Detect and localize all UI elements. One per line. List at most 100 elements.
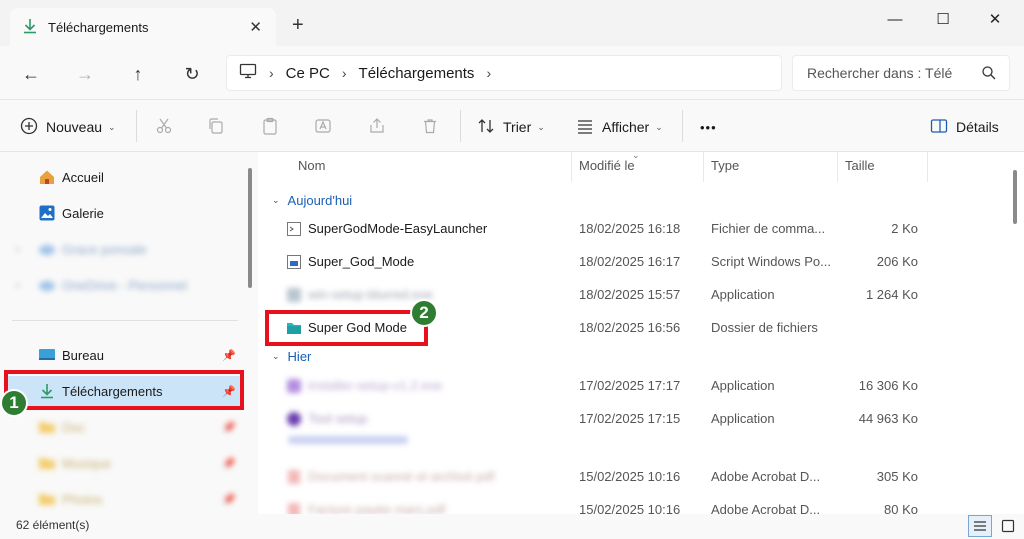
column-header-size[interactable]: Taille	[845, 158, 875, 180]
cloud-icon	[39, 281, 55, 291]
column-divider[interactable]	[837, 152, 838, 182]
tiles-view-button[interactable]	[997, 515, 1019, 537]
details-pane-icon	[930, 118, 948, 137]
column-header-modified[interactable]: Modifié le	[579, 158, 635, 180]
pdf-icon	[288, 503, 300, 514]
tab-close-icon[interactable]: ✕	[249, 18, 262, 36]
breadcrumb[interactable]: › Ce PC › Téléchargements ›	[226, 55, 782, 91]
file-list-scrollbar[interactable]	[1013, 170, 1017, 224]
table-row[interactable]: installer-setup-v1.2.exe 17/02/2025 17:1…	[270, 371, 930, 401]
file-date: 17/02/2025 17:17	[579, 378, 681, 393]
group-label: Hier	[287, 348, 312, 364]
group-header-yesterday[interactable]: ⌄ Hier	[272, 346, 311, 366]
breadcrumb-item-downloads[interactable]: Téléchargements	[359, 65, 475, 82]
back-button[interactable]: ←	[17, 60, 45, 88]
sidebar-item-label: Musique	[62, 455, 112, 471]
application-icon	[287, 288, 301, 302]
sort-button-label: Trier	[503, 119, 532, 135]
group-header-today[interactable]: ⌄ Aujourd'hui	[272, 190, 352, 210]
computer-icon[interactable]	[239, 63, 257, 83]
tab-downloads[interactable]: Téléchargements ✕	[10, 8, 276, 46]
file-type: Application	[711, 411, 775, 426]
sidebar-item-label: Galerie	[62, 205, 104, 221]
delete-icon[interactable]	[419, 115, 441, 137]
paste-icon[interactable]	[259, 115, 281, 137]
cut-icon[interactable]	[153, 115, 175, 137]
sort-button[interactable]: Trier ⌄	[477, 114, 545, 140]
item-count: 62 élément(s)	[16, 518, 90, 532]
refresh-button[interactable]: ↻	[178, 60, 206, 88]
sidebar-item-documents[interactable]: Doc 📌	[8, 412, 242, 442]
maximize-button[interactable]: ☐	[920, 6, 966, 32]
minimize-button[interactable]: —	[872, 6, 918, 32]
file-type: Fichier de comma...	[711, 221, 826, 236]
new-tab-button[interactable]: +	[292, 14, 304, 37]
table-row[interactable]: win-setup-blurred.exe 18/02/2025 15:57 A…	[270, 280, 930, 310]
pin-icon[interactable]: 📌	[222, 421, 236, 434]
new-button[interactable]: Nouveau ⌄	[20, 114, 116, 140]
pin-icon[interactable]: 📌	[222, 457, 236, 470]
column-divider[interactable]	[571, 152, 572, 182]
sidebar-item-blurred-account[interactable]: › Grace ponsale	[8, 234, 242, 264]
up-button[interactable]: ↑	[124, 60, 152, 88]
file-size: 44 963 Ko	[858, 411, 918, 426]
table-row[interactable]: Tool setup 17/02/2025 17:15 Application …	[270, 404, 930, 434]
pdf-icon	[288, 470, 300, 484]
file-name: Facture payée mars.pdf	[308, 502, 446, 514]
breadcrumb-separator[interactable]: ›	[269, 65, 274, 81]
search-input[interactable]: Rechercher dans : Télé	[792, 55, 1010, 91]
sidebar-item-home[interactable]: Accueil	[8, 162, 242, 192]
chevron-right-icon[interactable]: ›	[16, 244, 19, 255]
copy-icon[interactable]	[205, 115, 227, 137]
pin-icon[interactable]: 📌	[222, 493, 236, 506]
forward-button[interactable]: →	[71, 60, 99, 88]
table-row[interactable]: Document scanné et archivé.pdf 15/02/202…	[270, 462, 930, 492]
column-header-type[interactable]: Type	[711, 158, 739, 180]
details-pane-button[interactable]: Détails	[930, 114, 999, 140]
sidebar-item-label: Photos	[62, 491, 103, 507]
search-placeholder: Rechercher dans : Télé	[807, 65, 953, 81]
sidebar-item-music[interactable]: Musique 📌	[8, 448, 242, 478]
home-icon	[40, 170, 54, 184]
file-name: SuperGodMode-EasyLauncher	[308, 221, 488, 236]
column-divider[interactable]	[927, 152, 928, 182]
chevron-right-icon[interactable]: ›	[16, 280, 19, 291]
file-date: 17/02/2025 17:15	[579, 411, 681, 426]
pin-icon[interactable]: 📌	[222, 349, 236, 362]
toolbar-divider	[136, 110, 137, 142]
breadcrumb-separator[interactable]: ›	[486, 65, 491, 81]
rename-icon[interactable]	[312, 115, 334, 137]
file-date: 18/02/2025 16:17	[579, 254, 681, 269]
folder-icon	[39, 494, 55, 505]
file-date: 18/02/2025 16:56	[579, 320, 681, 335]
table-row[interactable]: SuperGodMode-EasyLauncher 18/02/2025 16:…	[270, 214, 930, 244]
column-header-name[interactable]: Nom	[298, 158, 325, 180]
table-row[interactable]: Super_God_Mode 18/02/2025 16:17 Script W…	[270, 247, 930, 277]
sidebar-item-photos[interactable]: Photos 📌	[8, 484, 242, 514]
file-size: 2 Ko	[891, 221, 918, 236]
sidebar-item-label: Accueil	[62, 169, 104, 185]
sidebar-item-label: Grace ponsale	[62, 241, 147, 257]
breadcrumb-item-this-pc[interactable]: Ce PC	[286, 65, 330, 82]
table-row[interactable]: Facture payée mars.pdf 15/02/2025 10:16 …	[270, 495, 930, 514]
sidebar-item-desktop[interactable]: Bureau 📌	[8, 340, 242, 370]
folder-icon	[39, 422, 55, 433]
more-options-button[interactable]: •••	[700, 114, 717, 140]
breadcrumb-separator[interactable]: ›	[342, 65, 347, 81]
application-icon	[287, 379, 301, 393]
close-window-button[interactable]: ✕	[972, 6, 1018, 32]
file-date: 15/02/2025 10:16	[579, 502, 681, 514]
batch-file-icon	[287, 222, 301, 236]
file-name: Super_God_Mode	[308, 254, 415, 269]
tiles-view-icon	[1001, 519, 1015, 533]
share-icon[interactable]	[366, 115, 388, 137]
details-view-button[interactable]	[968, 515, 992, 537]
file-type: Script Windows Po...	[711, 254, 831, 269]
toolbar-divider	[460, 110, 461, 142]
sidebar-scrollbar[interactable]	[248, 168, 252, 288]
view-button[interactable]: Afficher ⌄	[576, 114, 663, 140]
download-icon	[22, 18, 38, 37]
sidebar-item-gallery[interactable]: Galerie	[8, 198, 242, 228]
sidebar-item-onedrive[interactable]: › OneDrive - Personnel	[8, 270, 242, 300]
column-divider[interactable]	[703, 152, 704, 182]
